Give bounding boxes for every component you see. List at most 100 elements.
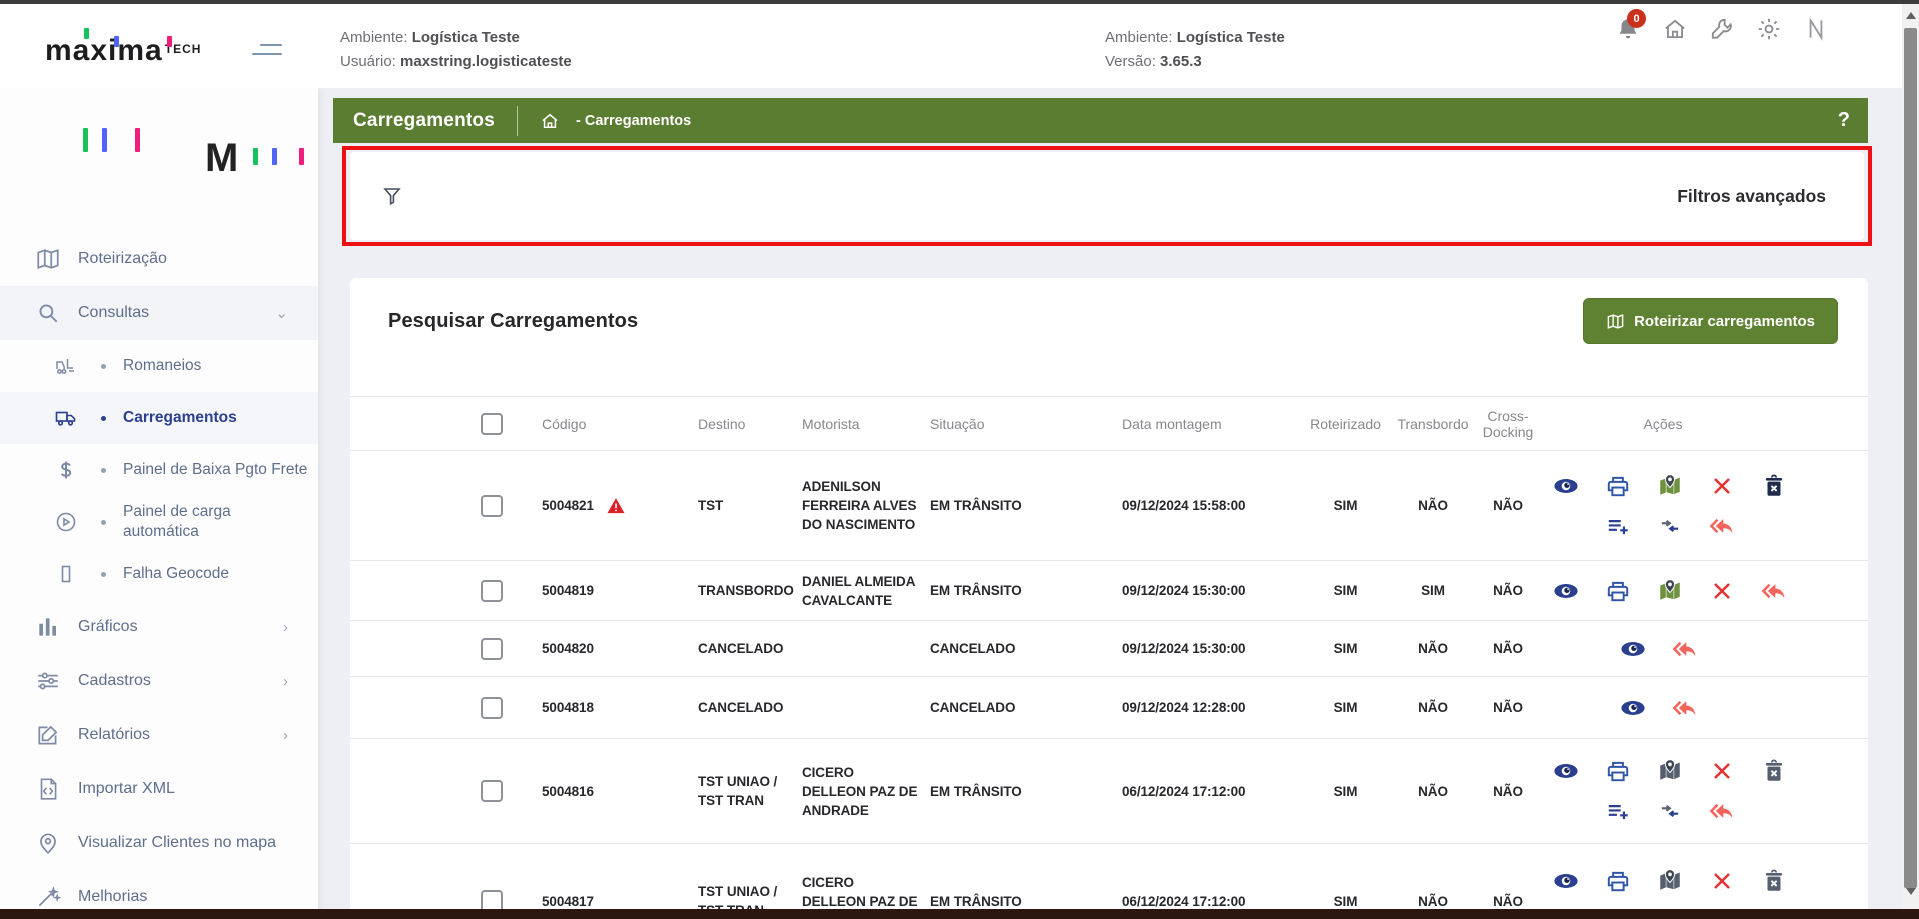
scrollbar-up-arrow[interactable] <box>1906 12 1916 19</box>
view-eye-button[interactable] <box>1620 636 1646 662</box>
view-eye-button[interactable] <box>1553 473 1579 499</box>
cell-cross-docking: NÃO <box>1475 575 1545 606</box>
cancel-x-button[interactable] <box>1709 758 1735 784</box>
view-eye-button[interactable] <box>1553 578 1579 604</box>
revert-undo-button[interactable] <box>1709 513 1735 539</box>
advanced-filters-link[interactable]: Filtros avançados <box>1677 186 1826 207</box>
wrench-icon[interactable] <box>1709 16 1735 42</box>
window-scrollbar[interactable] <box>1902 4 1919 909</box>
sidebar-item-label: Importar XML <box>78 778 183 800</box>
col-header-motorista: Motorista <box>800 410 925 438</box>
page-title: Carregamentos <box>353 110 495 132</box>
cell-codigo: 5004821 <box>520 490 695 522</box>
sidebar-item-romaneios[interactable]: Romaneios <box>0 340 318 392</box>
print-button[interactable] <box>1605 868 1631 894</box>
sidebar-menu: RoteirizaçãoConsultas⌄Romaneios Carregame… <box>0 232 318 919</box>
integration-n-icon[interactable] <box>1803 16 1829 42</box>
sidebar-item-falha-geocode[interactable]: Falha Geocode <box>0 548 318 600</box>
menu-toggle-icon[interactable] <box>252 44 282 60</box>
cell-motorista <box>800 702 925 714</box>
delete-trash-button[interactable] <box>1761 868 1787 894</box>
map-icon <box>35 246 61 272</box>
row-checkbox[interactable] <box>481 638 503 660</box>
breadcrumb-home-icon[interactable] <box>540 111 560 131</box>
revert-undo-button[interactable] <box>1672 695 1698 721</box>
print-button[interactable] <box>1605 578 1631 604</box>
scrollbar-thumb[interactable] <box>1904 28 1917 888</box>
settings-gear-icon[interactable] <box>1756 16 1782 42</box>
card-title: Pesquisar Carregamentos <box>388 310 638 333</box>
cancel-x-button[interactable] <box>1709 473 1735 499</box>
table-row: 5004820CANCELADOCANCELADO09/12/2024 15:3… <box>350 621 1868 677</box>
card-head: Pesquisar Carregamentos Roteirizar carre… <box>350 278 1868 344</box>
row-checkbox-cell <box>350 691 520 725</box>
sidebar-item-label: Carregamentos <box>123 408 245 428</box>
delete-trash-button[interactable] <box>1761 758 1787 784</box>
map-route-button[interactable] <box>1657 758 1683 784</box>
col-header-destino: Destino <box>695 410 800 438</box>
brand-name: maxima <box>45 34 163 67</box>
view-eye-button[interactable] <box>1553 868 1579 894</box>
env2-value: Logística Teste <box>1177 29 1285 46</box>
transfer-swap-button[interactable] <box>1657 798 1683 824</box>
sidebar-item-painel-de-carga-automatica[interactable]: Painel de carga automática <box>0 496 318 548</box>
delete-trash-button[interactable] <box>1761 473 1787 499</box>
cancel-x-button[interactable] <box>1709 868 1735 894</box>
sidebar-item-graficos[interactable]: Gráficos› <box>0 600 318 654</box>
filter-funnel-icon[interactable] <box>380 184 404 208</box>
cell-destino: CANCELADO <box>695 692 800 723</box>
cell-motorista: CICERO DELLEON PAZ DE ANDRADE <box>800 757 925 826</box>
scrollbar-down-arrow[interactable] <box>1906 888 1916 895</box>
cell-cross-docking: NÃO <box>1475 776 1545 807</box>
user-label: Usuário: <box>340 53 396 70</box>
cell-codigo: 5004819 <box>520 575 695 606</box>
sidebar-item-visualizar-clientes-no-mapa[interactable]: Visualizar Clientes no mapa <box>0 816 318 870</box>
table-row: 5004821TSTADENILSON FERREIRA ALVES DO NA… <box>350 451 1868 561</box>
map-route-button[interactable] <box>1657 473 1683 499</box>
sidebar-item-roteirizacao[interactable]: Roteirização <box>0 232 318 286</box>
notification-badge: 0 <box>1627 9 1646 28</box>
row-checkbox[interactable] <box>481 780 503 802</box>
sidebar: M RoteirizaçãoConsultas⌄Romaneios Carrega… <box>0 88 318 919</box>
transfer-swap-button[interactable] <box>1657 513 1683 539</box>
map-route-button[interactable] <box>1657 578 1683 604</box>
row-checkbox[interactable] <box>481 495 503 517</box>
sidebar-item-carregamentos[interactable]: Carregamentos <box>0 392 318 444</box>
environment-info: Ambiente: Logística Teste Usuário: maxst… <box>340 26 572 74</box>
add-to-list-button[interactable] <box>1605 798 1631 824</box>
warning-icon[interactable] <box>606 496 626 516</box>
cell-codigo: 5004820 <box>520 633 695 664</box>
revert-undo-button[interactable] <box>1709 798 1735 824</box>
row-checkbox[interactable] <box>481 580 503 602</box>
notifications-bell-icon[interactable]: 0 <box>1615 16 1641 42</box>
cell-motorista <box>800 643 925 655</box>
home-icon[interactable] <box>1662 16 1688 42</box>
page-header-bar: Carregamentos - Carregamentos ? <box>333 98 1868 143</box>
sidebar-item-relatorios[interactable]: Relatórios› <box>0 708 318 762</box>
print-button[interactable] <box>1605 473 1631 499</box>
route-loads-button[interactable]: Roteirizar carregamentos <box>1583 298 1838 344</box>
cell-data-montagem: 09/12/2024 12:28:00 <box>1115 692 1300 723</box>
sidebar-item-painel-de-baixa-pgto-frete[interactable]: Painel de Baixa Pgto Frete <box>0 444 318 496</box>
print-button[interactable] <box>1605 758 1631 784</box>
revert-undo-button[interactable] <box>1672 636 1698 662</box>
revert-undo-button[interactable] <box>1761 578 1787 604</box>
view-eye-button[interactable] <box>1553 758 1579 784</box>
cell-roteirizado: SIM <box>1300 490 1395 521</box>
help-button[interactable]: ? <box>1838 109 1850 132</box>
bullet-icon <box>101 572 106 577</box>
cancel-x-button[interactable] <box>1709 578 1735 604</box>
sidebar-item-importar-xml[interactable]: Importar XML <box>0 762 318 816</box>
sidebar-item-cadastros[interactable]: Cadastros› <box>0 654 318 708</box>
sidebar-item-consultas[interactable]: Consultas⌄ <box>0 286 318 340</box>
cell-codigo: 5004816 <box>520 776 695 807</box>
add-to-list-button[interactable] <box>1605 513 1631 539</box>
logo-m: M <box>205 140 238 176</box>
map-route-button[interactable] <box>1657 868 1683 894</box>
view-eye-button[interactable] <box>1620 695 1646 721</box>
row-checkbox[interactable] <box>481 697 503 719</box>
app-screen: maxima TECH Ambiente: Logística Teste Us… <box>0 0 1919 919</box>
codigo-value: 5004816 <box>542 782 594 801</box>
select-all-checkbox[interactable] <box>481 413 503 435</box>
filecode-icon <box>35 776 61 802</box>
